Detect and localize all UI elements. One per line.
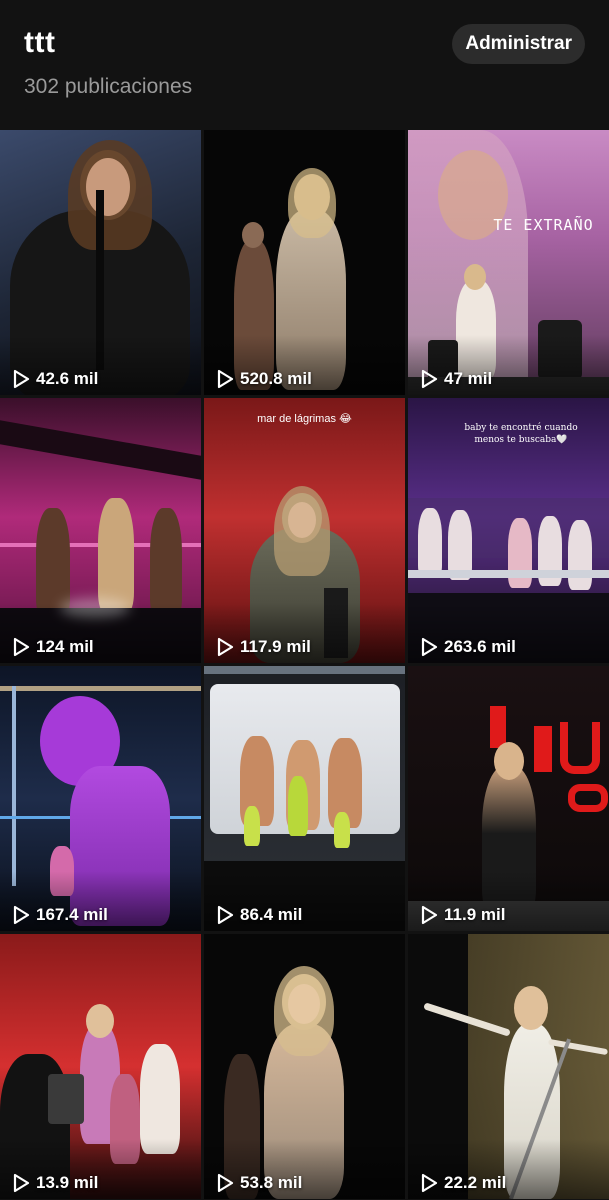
post-tile[interactable]: 520.8 mil [204,130,405,395]
post-overlay-text: mar de lágrimas 😂 [257,413,352,425]
profile-header: ttt 302 publicaciones Administrar [0,0,609,130]
post-tile[interactable]: 86.4 mil [204,666,405,931]
view-count: 124 mil [12,637,94,657]
post-overlay-text: baby te encontré cuando menos te buscaba… [464,423,578,445]
view-count: 167.4 mil [12,905,108,925]
view-count-text: 86.4 mil [240,905,303,924]
view-count: 42.6 mil [12,369,98,389]
post-tile[interactable]: baby te encontré cuando menos te buscaba… [408,398,609,663]
play-icon [13,905,30,925]
posts-grid: 42.6 mil 520.8 mil TE EXTRAÑO 47 mil 124… [0,130,609,1200]
play-icon [217,905,234,925]
view-count: 53.8 mil [216,1173,302,1193]
view-count-text: 124 mil [36,637,94,656]
play-icon [217,369,234,389]
play-icon [421,637,438,657]
play-icon [217,637,234,657]
post-tile[interactable]: 22.2 mil [408,934,609,1199]
post-tile[interactable]: 42.6 mil [0,130,201,395]
play-icon [217,1173,234,1193]
view-count-text: 53.8 mil [240,1173,303,1192]
view-count-text: 117.9 mil [240,637,311,656]
play-icon [421,369,438,389]
view-count: 11.9 mil [420,905,505,925]
view-count: 520.8 mil [216,369,312,389]
page-title: ttt [24,26,56,59]
view-count: 86.4 mil [216,905,302,925]
play-icon [13,1173,30,1193]
view-count: 263.6 mil [420,637,516,657]
admin-button[interactable]: Administrar [452,24,585,64]
post-tile[interactable]: 11.9 mil [408,666,609,931]
view-count: 47 mil [420,369,492,389]
view-count-text: 167.4 mil [36,905,108,924]
view-count-text: 520.8 mil [240,369,312,388]
view-count: 117.9 mil [216,637,311,657]
view-count-text: 263.6 mil [444,637,516,656]
post-overlay-text: TE EXTRAÑO [493,216,594,234]
posts-count: 302 publicaciones [24,75,193,98]
view-count: 13.9 mil [12,1173,98,1193]
play-icon [421,1173,438,1193]
view-count-text: 22.2 mil [444,1173,507,1192]
post-tile[interactable]: 53.8 mil [204,934,405,1199]
play-icon [13,637,30,657]
play-icon [421,905,438,925]
post-tile[interactable]: TE EXTRAÑO 47 mil [408,130,609,395]
play-icon [13,369,30,389]
post-tile[interactable]: 13.9 mil [0,934,201,1199]
post-tile[interactable]: 167.4 mil [0,666,201,931]
view-count: 22.2 mil [420,1173,506,1193]
post-tile[interactable]: 124 mil [0,398,201,663]
post-tile[interactable]: mar de lágrimas 😂 117.9 mil [204,398,405,663]
view-count-text: 13.9 mil [36,1173,99,1192]
view-count-text: 11.9 mil [444,905,506,924]
view-count-text: 42.6 mil [36,369,99,388]
view-count-text: 47 mil [444,369,493,388]
